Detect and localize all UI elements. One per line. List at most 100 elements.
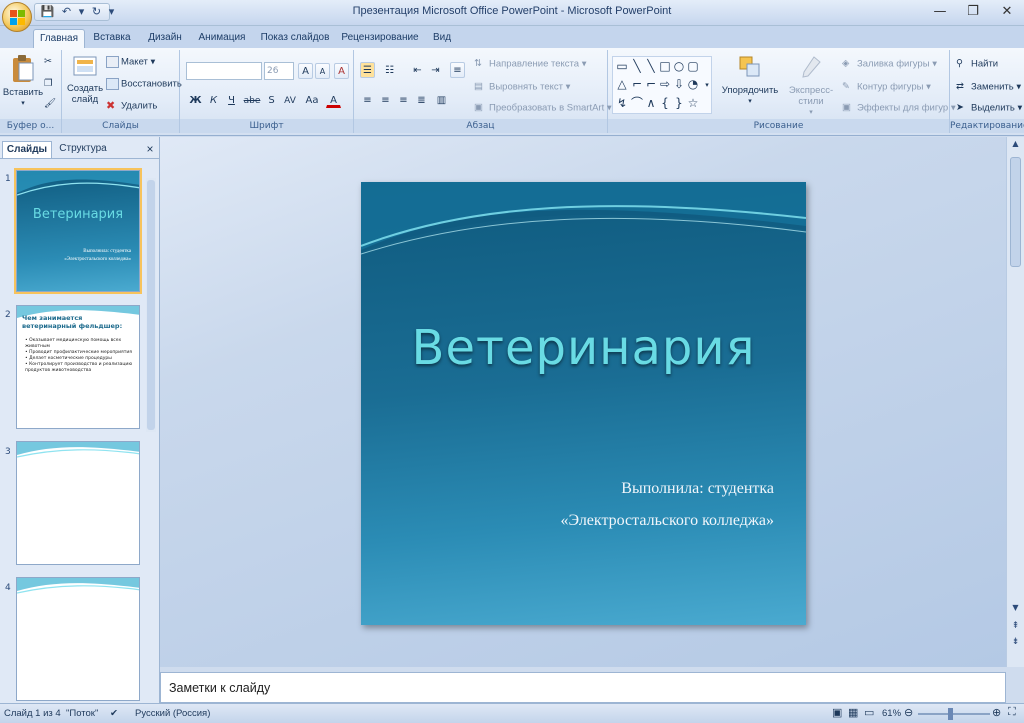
font-color-button[interactable]: A — [326, 92, 341, 108]
new-slide-button[interactable]: Создать слайд — [66, 54, 104, 105]
tab-review[interactable]: Рецензирование — [338, 29, 422, 48]
tab-slides-pane[interactable]: Слайды — [2, 141, 52, 158]
line2-shape-icon: ╲ — [647, 59, 655, 73]
undo-dropdown-icon[interactable]: ▾ — [77, 4, 86, 20]
slide-thumbnail-4[interactable] — [16, 577, 140, 701]
sorter-view-icon[interactable]: ▦ — [848, 706, 858, 719]
strike-button[interactable]: abe — [242, 92, 262, 108]
normal-view-icon[interactable]: ▣ — [832, 706, 842, 719]
shape-outline-button[interactable]: ✎ Контур фигуры ▾ — [842, 81, 931, 93]
decrease-indent-button[interactable]: ⇤ — [410, 62, 425, 78]
express-styles-button[interactable]: Экспресс-стили ▾ — [780, 54, 842, 118]
scroll-up-icon[interactable]: ▲ — [1009, 139, 1022, 153]
bullets-button[interactable]: ☰ — [360, 62, 375, 78]
next-slide-icon[interactable]: ⇟ — [1009, 637, 1022, 651]
undo-icon[interactable]: ↶ — [58, 4, 75, 20]
zoom-slider-thumb[interactable] — [948, 708, 953, 720]
tab-view[interactable]: Вид — [428, 29, 456, 48]
main-scroll-thumb[interactable] — [1010, 157, 1021, 267]
format-painter-icon[interactable]: 🖌 — [44, 98, 56, 109]
align-text-button[interactable]: ▤ Выровнять текст ▾ — [474, 81, 570, 93]
italic-button[interactable]: К — [206, 92, 221, 108]
new-slide-label: Создать — [66, 83, 104, 94]
close-button[interactable]: ✕ — [992, 2, 1022, 22]
gallery-more-icon[interactable]: ▾ — [701, 79, 713, 91]
new-slide-label-2: слайд — [71, 94, 99, 105]
save-icon[interactable]: 💾 — [39, 4, 56, 20]
thumbnails-scroll-thumb[interactable] — [147, 180, 155, 430]
align-center-button[interactable]: ≡ — [378, 92, 393, 108]
arrange-button[interactable]: Упорядочить ▾ — [718, 54, 782, 107]
slideshow-view-icon[interactable]: ▭ — [864, 706, 874, 719]
line-spacing-button[interactable]: ≡ — [450, 62, 465, 78]
close-pane-icon[interactable]: × — [144, 141, 156, 158]
language-indicator[interactable]: Русский (Россия) — [135, 708, 210, 719]
slide-subtitle-line2[interactable]: «Электростальского колледжа» — [560, 512, 774, 530]
tab-design[interactable]: Дизайн — [142, 29, 188, 48]
justify-button[interactable]: ≣ — [414, 92, 429, 108]
shapes-gallery[interactable]: ▭ ╲ ╲ □ ○ ▢ △ ⌐ ⌐ ⇨ ⇩ ◔ ↯ ⌒ ∧ { } ☆ ▾ — [612, 56, 712, 114]
spellcheck-icon[interactable]: ✔ — [110, 708, 118, 719]
zoom-slider[interactable] — [918, 713, 990, 715]
font-size-combo[interactable]: 26 — [264, 62, 294, 80]
tab-home[interactable]: Главная — [33, 29, 85, 48]
select-button[interactable]: ➤ Выделить ▾ — [956, 102, 1022, 114]
shape-effects-button[interactable]: ▣ Эффекты для фигур ▾ — [842, 102, 956, 114]
office-button[interactable] — [2, 2, 32, 32]
shape-fill-button[interactable]: ◈ Заливка фигуры ▾ — [842, 58, 937, 70]
shadow-button[interactable]: S — [264, 92, 279, 108]
customize-qat-icon[interactable]: ▾ — [103, 4, 120, 20]
layout-button[interactable]: Макет ▾ — [106, 56, 155, 68]
font-name-combo[interactable] — [186, 62, 262, 80]
shrink-font-button[interactable]: A — [315, 63, 330, 79]
columns-button[interactable]: ▥ — [434, 92, 449, 108]
convert-smartart-button[interactable]: ▣ Преобразовать в SmartArt ▾ — [474, 102, 612, 114]
clear-format-button[interactable]: A — [334, 63, 349, 79]
fit-window-icon[interactable]: ⛶ — [1008, 706, 1016, 719]
text-direction-icon: ⇅ — [474, 58, 482, 69]
restore-button[interactable]: ❐ — [958, 2, 988, 22]
oval-shape-icon: ○ — [673, 59, 685, 73]
tab-insert[interactable]: Вставка — [88, 29, 136, 48]
scroll-down-icon[interactable]: ▼ — [1009, 603, 1022, 617]
zoom-out-icon[interactable]: ⊖ — [904, 706, 913, 719]
copy-icon[interactable]: ❐ — [44, 78, 53, 89]
reset-button[interactable]: Восстановить — [106, 78, 182, 90]
minimize-button[interactable]: — — [925, 2, 955, 22]
thumb3-wave-icon — [17, 442, 139, 458]
notes-placeholder[interactable]: Заметки к слайду — [169, 681, 270, 695]
char-spacing-button[interactable]: AV — [280, 92, 300, 108]
align-text-icon: ▤ — [474, 81, 483, 92]
replace-button[interactable]: ⇄ Заменить ▾ — [956, 81, 1021, 93]
slide-thumbnail-3[interactable] — [16, 441, 140, 565]
text-direction-button[interactable]: ⇅ Направление текста ▾ — [474, 58, 586, 70]
align-left-button[interactable]: ≡ — [360, 92, 375, 108]
tab-outline-pane[interactable]: Структура — [54, 141, 112, 158]
grow-font-button[interactable]: A — [298, 63, 313, 79]
slide-thumbnail-2[interactable]: Чем занимается ветеринарный фельдшер: • … — [16, 305, 140, 429]
drawing-group-label: Рисование — [608, 119, 949, 133]
slide-thumbnail-1[interactable]: Ветеринария Выполнила: студентка «Электр… — [14, 168, 142, 294]
bold-button[interactable]: Ж — [188, 92, 203, 108]
zoom-level[interactable]: 61% — [882, 708, 901, 719]
zoom-in-icon[interactable]: ⊕ — [992, 706, 1001, 719]
align-right-button[interactable]: ≡ — [396, 92, 411, 108]
previous-slide-icon[interactable]: ⇞ — [1009, 621, 1022, 635]
slide-subtitle-line1[interactable]: Выполнила: студентка — [621, 480, 774, 498]
thumbnails-scrollbar[interactable] — [146, 178, 156, 432]
slide-title[interactable]: Ветеринария — [361, 320, 806, 376]
underline-button[interactable]: Ч — [224, 92, 239, 108]
cut-icon[interactable]: ✂ — [44, 56, 52, 67]
thumb1-wave-icon — [17, 171, 139, 196]
change-case-button[interactable]: Aa — [302, 92, 322, 108]
slide-canvas[interactable]: Ветеринария Выполнила: студентка «Электр… — [361, 182, 806, 625]
main-scrollbar[interactable]: ▲ ▼ ⇞ ⇟ — [1006, 137, 1024, 667]
find-button[interactable]: ⚲ Найти — [956, 58, 998, 70]
paste-button[interactable]: Вставить ▾ — [2, 54, 44, 109]
tab-slideshow[interactable]: Показ слайдов — [258, 29, 332, 48]
notes-pane[interactable]: Заметки к слайду — [160, 672, 1006, 703]
delete-slide-button[interactable]: ✖ Удалить — [106, 100, 157, 112]
numbering-button[interactable]: ☷ — [382, 62, 397, 78]
increase-indent-button[interactable]: ⇥ — [428, 62, 443, 78]
tab-animation[interactable]: Анимация — [194, 29, 250, 48]
